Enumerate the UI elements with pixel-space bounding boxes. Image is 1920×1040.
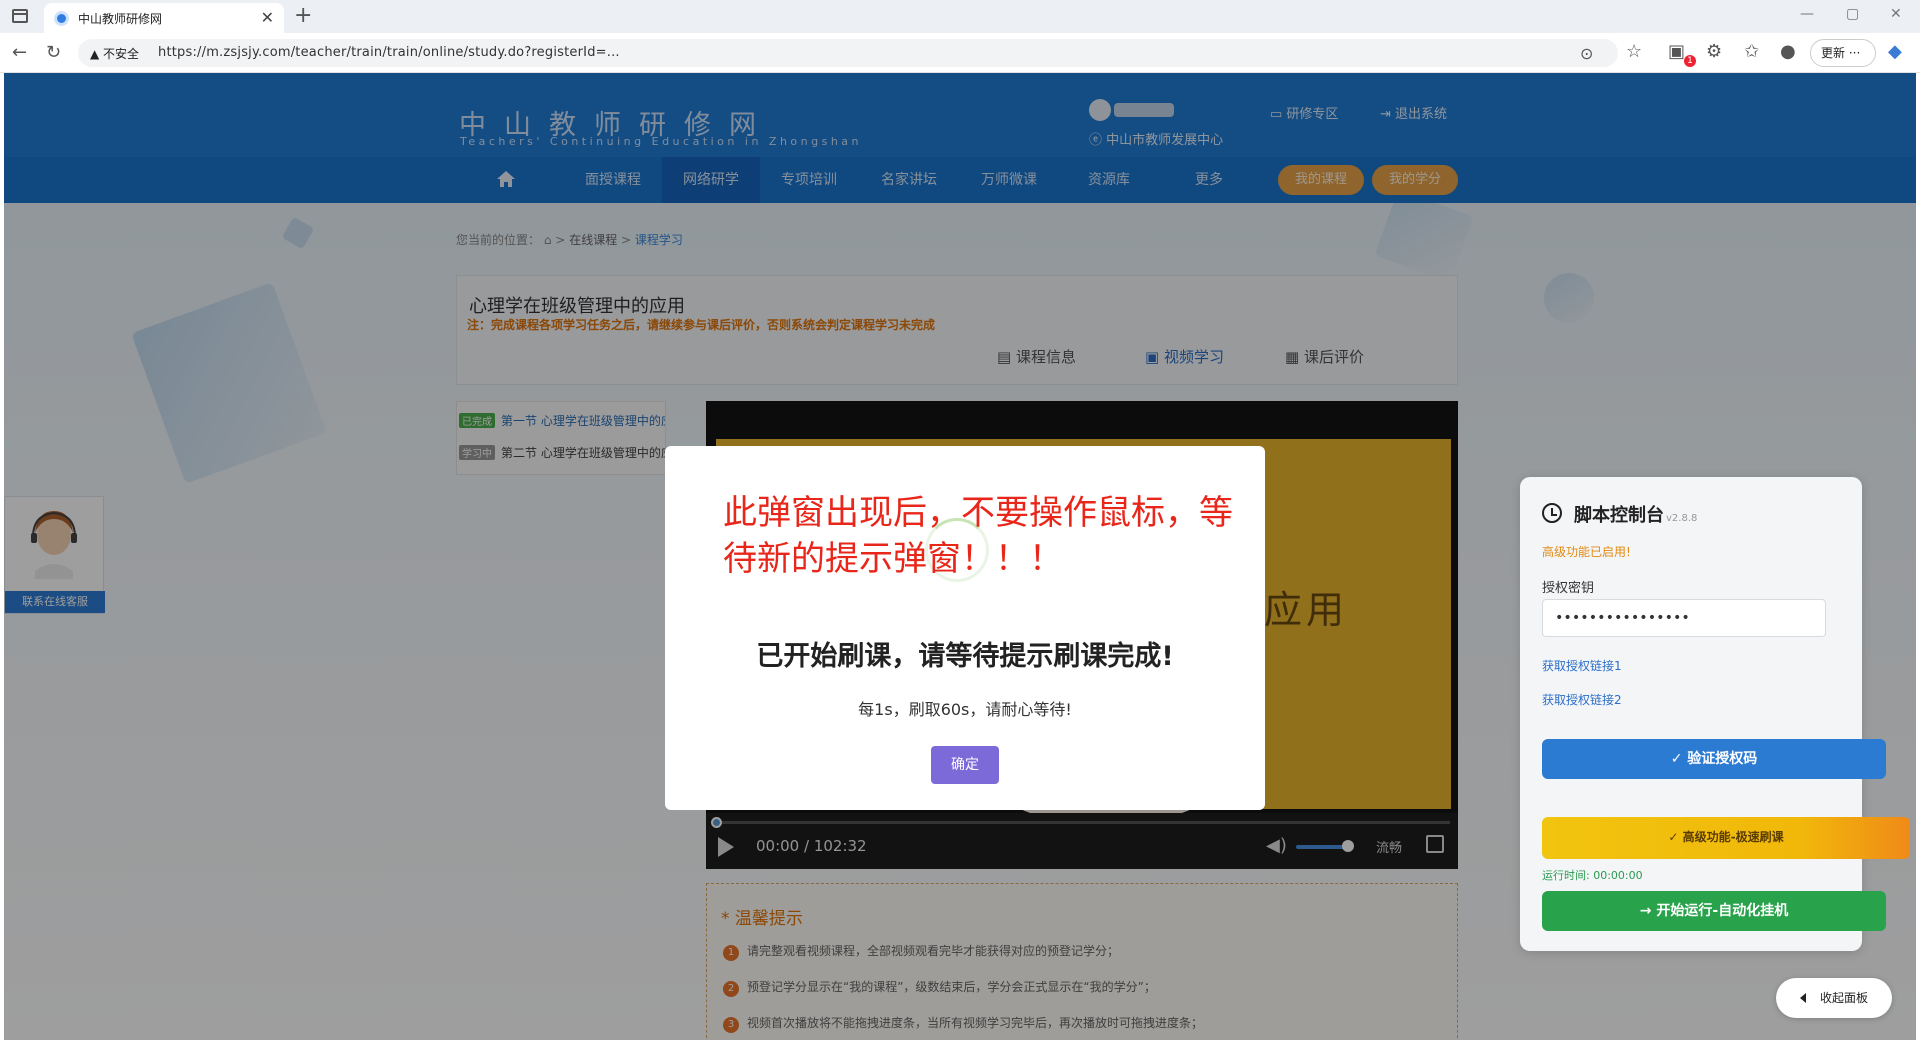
browser-tab[interactable]: 中山教师研修网 ✕	[44, 3, 284, 33]
start-auto-button[interactable]: → 开始运行-自动化挂机	[1542, 891, 1886, 931]
advanced-button-label: 高级功能-极速刷课	[1682, 830, 1784, 844]
auth-link-1[interactable]: 获取授权链接1	[1542, 657, 1622, 674]
url-bar[interactable]: ▲ 不安全 https://m.zsjsjy.com/teacher/train…	[78, 39, 1618, 67]
favorites-icon[interactable]: ✩	[1744, 41, 1759, 62]
panel-version: v2.8.8	[1666, 513, 1698, 524]
verify-button[interactable]: ✓ 验证授权码	[1542, 739, 1886, 779]
run-time: 运行时间: 00:00:00	[1542, 869, 1643, 882]
collapse-panel-button[interactable]: 收起面板	[1776, 978, 1892, 1018]
panel-status: 高级功能已启用!	[1542, 545, 1631, 559]
start-button-label: 开始运行-自动化挂机	[1656, 903, 1789, 919]
browser-tab-bar: 中山教师研修网 ✕ + — ▢ ✕	[0, 0, 1920, 33]
puzzle-icon[interactable]: ⚙	[1706, 41, 1722, 62]
close-tab-icon[interactable]: ✕	[261, 8, 274, 27]
script-control-panel: 脚本控制台v2.8.8 高级功能已启用! 授权密钥 获取授权链接1 获取授权链接…	[1520, 477, 1910, 951]
modal-message: 每1s，刷取60s，请耐心等待!	[858, 700, 1072, 719]
tab-title: 中山教师研修网	[78, 12, 163, 26]
confirm-button[interactable]: 确定	[931, 746, 999, 784]
window-menu-icon[interactable]	[12, 9, 28, 23]
favorite-star-icon[interactable]: ☆	[1626, 41, 1642, 62]
auth-key-input[interactable]	[1542, 599, 1826, 637]
site-favicon-icon	[54, 11, 69, 26]
url-text[interactable]: https://m.zsjsjy.com/teacher/train/train…	[158, 45, 620, 60]
auth-key-label: 授权密钥	[1542, 581, 1595, 596]
update-button[interactable]: 更新 ···	[1810, 39, 1876, 67]
extension-icon[interactable]: ▣	[1668, 41, 1685, 62]
clock-icon	[1542, 503, 1562, 523]
update-label: 更新	[1821, 46, 1846, 60]
modal-warning: 此弹窗出现后，不要操作鼠标，等待新的提示弹窗！！！	[723, 493, 1233, 579]
notification-badge: 1	[1684, 55, 1696, 67]
address-toolbar: ← ↻ ▲ 不安全 https://m.zsjsjy.com/teacher/t…	[0, 33, 1920, 73]
verify-button-label: 验证授权码	[1687, 751, 1758, 767]
panel-title: 脚本控制台 v2.8.8	[1574, 501, 1697, 527]
panel-title-text: 脚本控制台	[1574, 505, 1664, 526]
reader-icon[interactable]: ⊙	[1580, 44, 1593, 63]
new-tab-icon[interactable]: +	[294, 3, 312, 28]
insecure-label: 不安全	[103, 47, 140, 61]
profile-avatar-icon[interactable]: ●	[1780, 41, 1796, 62]
insecure-warning[interactable]: ▲ 不安全	[90, 45, 139, 62]
web-page: 中山教师研修网 Teachers' Continuing Education i…	[4, 73, 1916, 1040]
collapse-label: 收起面板	[1820, 991, 1869, 1005]
alert-modal: 此弹窗出现后，不要操作鼠标，等待新的提示弹窗！！！ 已开始刷课，请等待提示刷课完…	[665, 446, 1265, 810]
copilot-icon[interactable]: ◆	[1888, 41, 1902, 62]
restore-icon[interactable]: ▢	[1846, 6, 1859, 22]
reload-icon[interactable]: ↻	[46, 42, 61, 63]
advanced-feature-button[interactable]: ✓ 高级功能-极速刷课	[1542, 817, 1910, 859]
back-icon[interactable]: ←	[12, 42, 27, 63]
modal-heading: 已开始刷课，请等待提示刷课完成!	[756, 641, 1174, 672]
close-window-icon[interactable]: ✕	[1890, 6, 1902, 22]
auth-link-2[interactable]: 获取授权链接2	[1542, 691, 1622, 708]
minimize-icon[interactable]: —	[1800, 6, 1814, 22]
